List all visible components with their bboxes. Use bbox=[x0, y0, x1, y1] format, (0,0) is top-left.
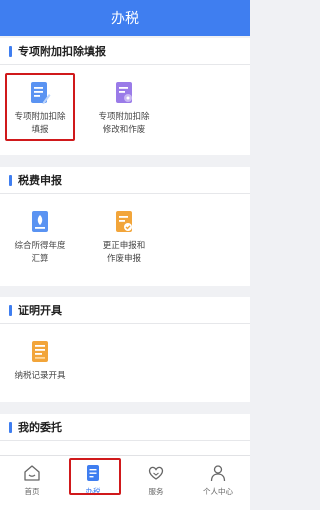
service-icon bbox=[148, 466, 164, 480]
tab-label: 首页 bbox=[24, 487, 40, 496]
correction-file-icon bbox=[116, 211, 132, 232]
special-deduction-fill-button[interactable]: 专项附加扣除 填报 bbox=[8, 81, 72, 137]
section-title-text: 专项附加扣除填报 bbox=[18, 45, 106, 58]
tax-icon bbox=[87, 465, 99, 481]
user-icon bbox=[210, 465, 226, 482]
section-panel-my-delegation bbox=[0, 441, 250, 455]
correction-declaration-button[interactable]: 更正申报和 作废申报 bbox=[92, 210, 156, 266]
item-label: 纳税记录开具 bbox=[14, 371, 66, 381]
section-title-tax-declaration: 税费申报 bbox=[0, 167, 250, 193]
tab-tax[interactable]: 办税 bbox=[68, 464, 118, 497]
tab-label: 个人中心 bbox=[203, 487, 233, 496]
document-edit-icon bbox=[31, 82, 51, 104]
section-panel-certificate: 纳税记录开具 bbox=[0, 324, 250, 402]
tax-file-icon bbox=[32, 211, 48, 232]
app-header: 办税 bbox=[0, 0, 250, 36]
home-icon bbox=[24, 465, 40, 481]
tab-profile[interactable]: 个人中心 bbox=[193, 464, 243, 497]
section-title-special-deduction: 专项附加扣除填报 bbox=[0, 38, 250, 64]
item-label: 专项附加扣除 填报 bbox=[14, 112, 66, 135]
record-icon bbox=[32, 341, 48, 362]
section-panel-tax-declaration: 综合所得年度 汇算 更正申报和 作废申报 bbox=[0, 194, 250, 286]
section-title-text: 税费申报 bbox=[18, 174, 62, 187]
section-accent-bar bbox=[9, 421, 12, 433]
page-title: 办税 bbox=[111, 11, 139, 27]
item-label: 综合所得年度 汇算 bbox=[14, 241, 66, 264]
section-accent-bar bbox=[9, 304, 12, 316]
tab-service[interactable]: 服务 bbox=[131, 464, 181, 497]
tab-home[interactable]: 首页 bbox=[7, 464, 57, 497]
document-settings-icon bbox=[116, 82, 132, 103]
bottom-tab-bar: 首页 办税 服务 个人中心 bbox=[0, 455, 250, 510]
section-accent-bar bbox=[9, 174, 12, 186]
tab-label: 办税 bbox=[85, 487, 101, 496]
section-title-my-delegation: 我的委托 bbox=[0, 414, 250, 440]
section-title-certificate: 证明开具 bbox=[0, 297, 250, 323]
section-title-text: 证明开具 bbox=[18, 304, 62, 317]
tab-label: 服务 bbox=[148, 487, 164, 496]
tax-record-button[interactable]: 纳税记录开具 bbox=[8, 340, 72, 383]
annual-settlement-button[interactable]: 综合所得年度 汇算 bbox=[8, 210, 72, 266]
section-panel-special-deduction: 专项附加扣除 填报 专项附加扣除 修改和作废 bbox=[0, 65, 250, 155]
section-title-text: 我的委托 bbox=[18, 421, 62, 434]
special-deduction-modify-button[interactable]: 专项附加扣除 修改和作废 bbox=[92, 81, 156, 137]
section-accent-bar bbox=[9, 45, 12, 57]
item-label: 专项附加扣除 修改和作废 bbox=[98, 112, 150, 135]
item-label: 更正申报和 作废申报 bbox=[102, 241, 146, 264]
